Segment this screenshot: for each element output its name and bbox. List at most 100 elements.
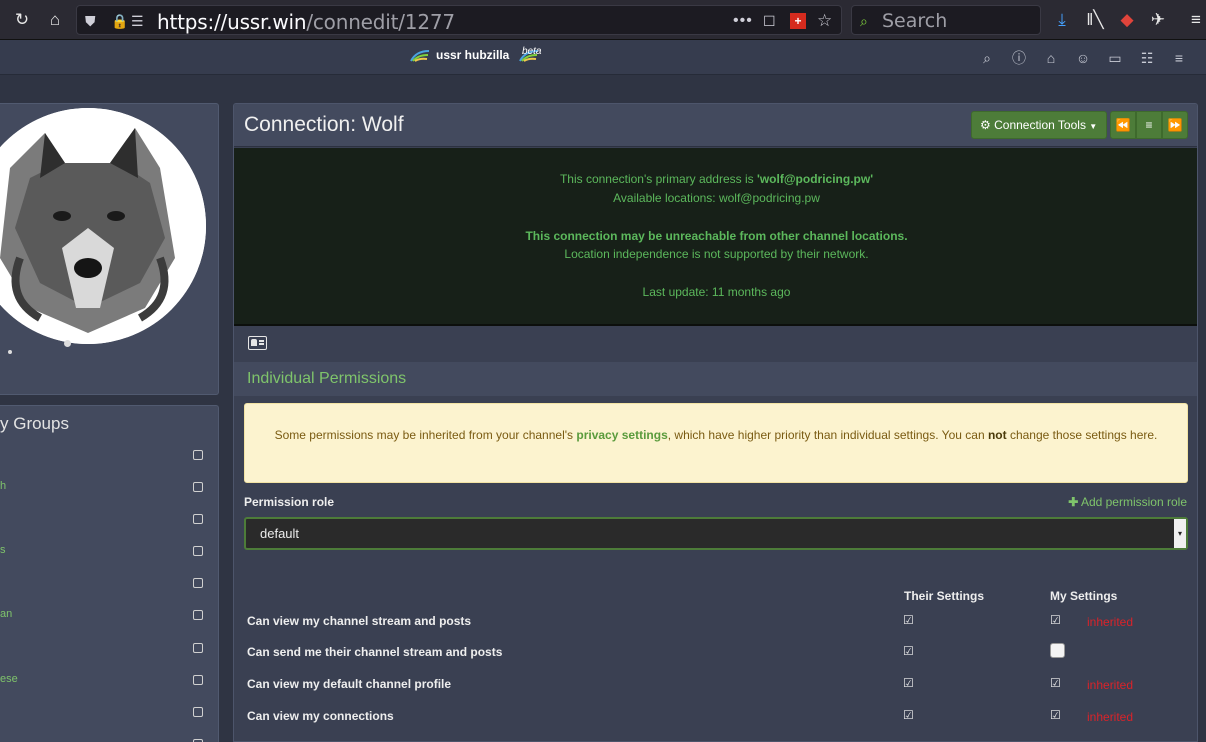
url-path: /connedit/1277 xyxy=(306,10,455,34)
connection-tools-button[interactable]: ⚙ Connection Tools ▼ xyxy=(971,111,1107,139)
permissions-title: Individual Permissions xyxy=(247,370,407,387)
search-box[interactable]: ⌕ Search xyxy=(851,5,1041,35)
vcard-icon[interactable] xyxy=(248,336,267,350)
brand-name: ussr hubzilla xyxy=(436,48,510,62)
group-row[interactable] xyxy=(0,737,218,742)
permission-row: Can view my connections ☑ ☑ inherited xyxy=(234,705,1197,729)
unreachable-warning: This connection may be unreachable from … xyxy=(525,229,908,243)
primary-address-line: This connection's primary address is 'wo… xyxy=(234,172,1197,186)
decor-dot xyxy=(8,350,12,354)
group-row[interactable] xyxy=(0,512,218,532)
my-setting-checkbox[interactable] xyxy=(1050,643,1065,658)
permissions-icon[interactable]: ☰ xyxy=(131,10,144,32)
privacy-settings-link[interactable]: privacy settings xyxy=(576,428,667,442)
next-connection-button[interactable]: ⏩ xyxy=(1162,111,1188,139)
connections-list-button[interactable]: ≡ xyxy=(1136,111,1162,139)
profile-photo-panel xyxy=(0,103,219,395)
warning-text: Some permissions may be inherited from y… xyxy=(274,428,577,442)
group-checkbox[interactable] xyxy=(193,643,203,653)
browser-toolbar: ↻ ⌂ ⛊ 🔒 ☰ https://ussr.win/connedit/1277… xyxy=(0,0,1206,40)
permission-row: Can send me their channel stream and pos… xyxy=(234,641,1197,665)
warning-emphasis: not xyxy=(987,428,1007,442)
connection-tools-label: Connection Tools xyxy=(994,118,1086,132)
inherited-label: inherited xyxy=(1087,678,1134,692)
home-icon[interactable]: ⌂ xyxy=(1042,49,1060,67)
url-text[interactable]: https://ussr.win/connedit/1277 xyxy=(157,10,455,34)
list-icon: ≡ xyxy=(1145,118,1153,132)
downloads-icon[interactable]: ⤓ xyxy=(1050,8,1074,32)
add-permission-role-link[interactable]: ✚ Add permission role xyxy=(1068,495,1187,509)
their-setting-checkbox: ☑ xyxy=(903,676,914,690)
gear-icon: ⚙ xyxy=(980,118,991,132)
shield-icon[interactable]: ⛊ xyxy=(85,10,96,32)
page-actions-icon[interactable]: ••• xyxy=(733,10,753,32)
dropdown-arrow-icon: ▾ xyxy=(1174,519,1186,548)
my-setting-checkbox[interactable]: ☑ xyxy=(1050,709,1062,721)
group-row[interactable]: s xyxy=(0,544,218,564)
permission-label: Can view my default channel profile xyxy=(247,677,452,691)
menu-icon[interactable]: ≡ xyxy=(1170,49,1188,67)
primary-address-prefix: This connection's primary address is xyxy=(559,172,757,186)
connection-header: Connection: Wolf ⚙ Connection Tools ▼ ⏪ … xyxy=(234,104,1197,147)
reload-icon[interactable]: ↻ xyxy=(10,8,34,32)
permission-row: Can view my default channel profile ☑ ☑ … xyxy=(234,673,1197,697)
url-host: https://ussr.win xyxy=(157,10,307,34)
group-row[interactable]: an xyxy=(0,608,218,628)
group-row[interactable] xyxy=(0,641,218,661)
address-bar[interactable]: ⛊ 🔒 ☰ https://ussr.win/connedit/1277 •••… xyxy=(76,5,842,35)
group-row[interactable] xyxy=(0,576,218,596)
their-settings-header: Their Settings xyxy=(904,589,985,603)
permission-row: Can view my channel stream and posts ☑ ☑… xyxy=(234,610,1197,634)
ublock-icon[interactable]: ◆ xyxy=(1115,8,1139,32)
swiss-flag-icon[interactable]: + xyxy=(790,13,806,29)
group-row[interactable] xyxy=(0,705,218,725)
people-icon[interactable]: ☺ xyxy=(1074,49,1092,67)
inherited-label: inherited xyxy=(1087,615,1134,629)
wolf-avatar xyxy=(0,108,206,344)
group-row[interactable]: h xyxy=(0,480,218,500)
group-checkbox[interactable] xyxy=(193,546,203,556)
their-setting-checkbox: ☑ xyxy=(903,708,914,722)
folder-icon[interactable]: ▭ xyxy=(1106,49,1124,67)
inherited-label: inherited xyxy=(1087,710,1134,724)
connection-info-box: This connection's primary address is 'wo… xyxy=(234,148,1197,326)
group-checkbox[interactable] xyxy=(193,707,203,717)
inheritance-warning: Some permissions may be inherited from y… xyxy=(244,403,1188,483)
available-locations: Available locations: wolf@podricing.pw xyxy=(613,191,820,205)
permission-role-select[interactable]: default ▾ xyxy=(244,517,1188,550)
my-setting-checkbox[interactable]: ☑ xyxy=(1050,677,1062,689)
apps-grid-icon[interactable]: ☷ xyxy=(1138,49,1156,67)
primary-address: 'wolf@podricing.pw' xyxy=(756,172,874,186)
library-icon[interactable]: ‖╲ xyxy=(1083,8,1107,32)
permission-label: Can view my channel stream and posts xyxy=(247,614,472,628)
search-icon[interactable]: ⌕ xyxy=(978,49,996,67)
group-checkbox[interactable] xyxy=(193,610,203,620)
group-checkbox[interactable] xyxy=(193,514,203,524)
group-checkbox[interactable] xyxy=(193,450,203,460)
previous-connection-button[interactable]: ⏪ xyxy=(1110,111,1136,139)
bookmark-star-icon[interactable]: ☆ xyxy=(817,10,832,32)
privacy-groups-panel: y Groups h s an ese xyxy=(0,405,219,742)
group-row[interactable] xyxy=(0,448,218,468)
forward-icon: ⏩ xyxy=(1167,118,1183,132)
home-icon[interactable]: ⌂ xyxy=(43,8,67,32)
permission-role-label: Permission role xyxy=(244,495,335,509)
pocket-icon[interactable]: ☐ xyxy=(763,10,776,32)
connection-panel: Connection: Wolf ⚙ Connection Tools ▼ ⏪ … xyxy=(233,103,1198,742)
my-setting-checkbox[interactable]: ☑ xyxy=(1050,614,1062,626)
group-checkbox[interactable] xyxy=(193,675,203,685)
wolf-portrait xyxy=(0,108,206,344)
warning-text: , which have higher priority than indivi… xyxy=(667,428,988,442)
search-icon: ⌕ xyxy=(860,13,868,29)
vcard-line xyxy=(259,343,264,345)
menu-icon[interactable]: ≡ xyxy=(1184,8,1206,32)
group-row[interactable]: ese xyxy=(0,673,218,693)
plus-icon: ✚ xyxy=(1068,495,1079,509)
group-checkbox[interactable] xyxy=(193,578,203,588)
group-label: s xyxy=(0,544,6,556)
help-icon[interactable]: ⓘ xyxy=(1010,49,1028,67)
their-setting-checkbox: ☑ xyxy=(903,613,914,627)
group-checkbox[interactable] xyxy=(193,482,203,492)
extension-icon[interactable]: ✈ xyxy=(1146,8,1170,32)
lock-icon[interactable]: 🔒 xyxy=(111,10,128,32)
